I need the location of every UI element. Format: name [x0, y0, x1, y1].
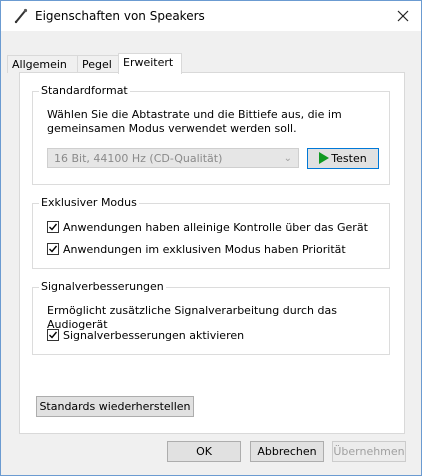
properties-window: Eigenschaften von Speakers Allgemein Peg… [0, 0, 422, 476]
format-select[interactable]: 16 Bit, 44100 Hz (CD-Qualität) ⌄ [47, 148, 299, 168]
group-title-signalverbesserungen: Signalverbesserungen [39, 280, 166, 293]
standardformat-description: Wählen Sie die Abtastrate und die Bittie… [47, 108, 342, 135]
tab-pegel[interactable]: Pegel [77, 55, 123, 73]
window-title: Eigenschaften von Speakers [35, 9, 205, 23]
chevron-down-icon: ⌄ [283, 153, 292, 164]
exclusive-priority-label: Anwendungen im exklusiven Modus haben Pr… [63, 242, 346, 256]
exclusive-control-option[interactable]: Anwendungen haben alleinige Kontrolle üb… [47, 220, 368, 234]
restore-defaults-button[interactable]: Standards wiederherstellen [36, 396, 194, 417]
exclusive-priority-option[interactable]: Anwendungen im exklusiven Modus haben Pr… [47, 242, 346, 256]
group-signalverbesserungen: Signalverbesserungen Ermöglicht zusätzli… [32, 280, 390, 355]
close-icon[interactable] [389, 3, 417, 29]
group-title-exklusiver-modus: Exklusiver Modus [39, 196, 139, 209]
exclusive-control-label: Anwendungen haben alleinige Kontrolle üb… [63, 220, 368, 234]
group-standardformat: Standardformat Wählen Sie die Abtastrate… [32, 84, 390, 185]
test-button[interactable]: Testen [307, 148, 379, 169]
tab-panel-erweitert: Standardformat Wählen Sie die Abtastrate… [19, 72, 405, 434]
format-select-value: 16 Bit, 44100 Hz (CD-Qualität) [54, 152, 223, 165]
title-bar[interactable]: Eigenschaften von Speakers [1, 1, 421, 31]
group-exklusiver-modus: Exklusiver Modus Anwendungen haben allei… [32, 196, 390, 269]
speaker-properties-icon [13, 8, 29, 24]
signal-enhancements-option[interactable]: Signalverbesserungen aktivieren [47, 328, 244, 342]
group-title-standardformat: Standardformat [39, 84, 130, 97]
ok-button[interactable]: OK [167, 441, 241, 462]
tab-strip: Allgemein Pegel Erweitert [1, 53, 421, 74]
signal-enhancements-label: Signalverbesserungen aktivieren [63, 328, 245, 342]
exclusive-priority-checkbox[interactable] [47, 243, 59, 255]
test-button-label: Testen [331, 152, 367, 165]
exclusive-control-checkbox[interactable] [47, 221, 59, 233]
play-icon [319, 152, 330, 164]
tab-erweitert[interactable]: Erweitert [118, 53, 182, 74]
tab-allgemein[interactable]: Allgemein [7, 55, 79, 73]
cancel-button[interactable]: Abbrechen [250, 441, 324, 462]
apply-button: Übernehmen [332, 441, 406, 462]
signal-enhancements-checkbox[interactable] [47, 329, 59, 341]
